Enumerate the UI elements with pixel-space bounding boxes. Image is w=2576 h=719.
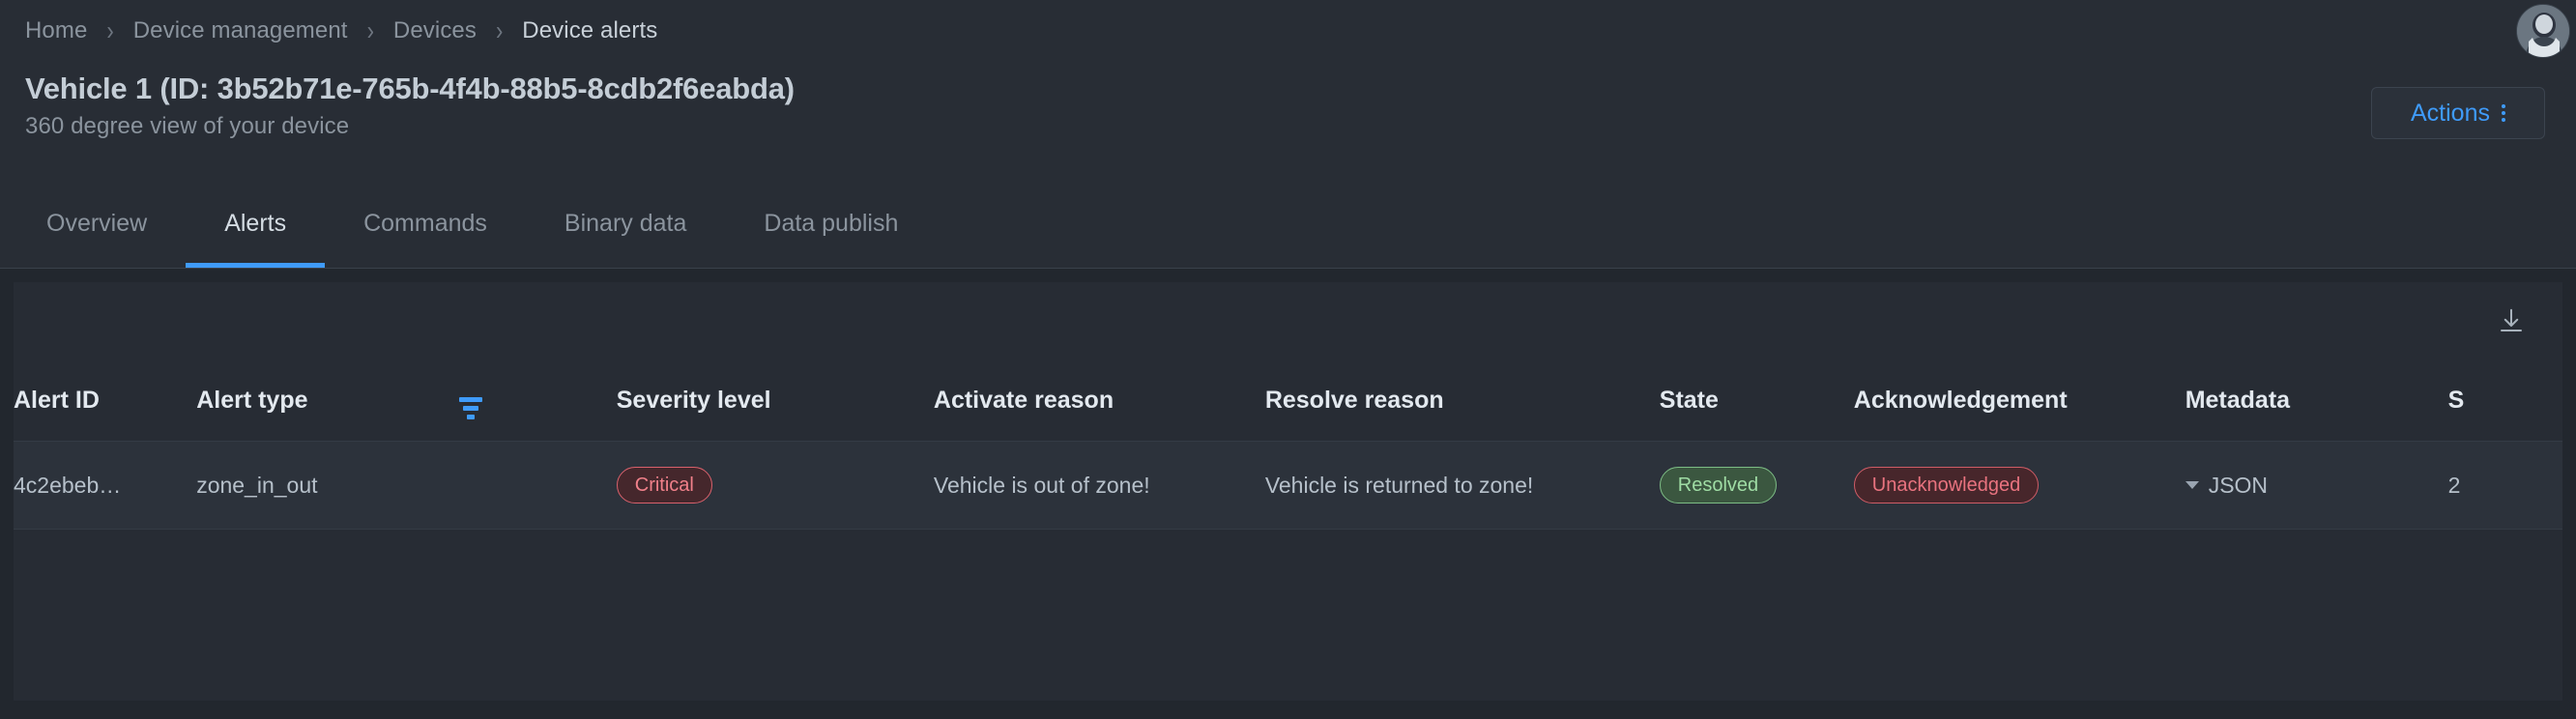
column-header-truncated[interactable]: S: [2448, 360, 2562, 442]
breadcrumb-item-device-management[interactable]: Device management: [133, 17, 348, 44]
tab-bar: Overview Alerts Commands Binary data Dat…: [0, 179, 2576, 269]
column-header-state[interactable]: State: [1660, 360, 1854, 442]
cell-resolve-reason: Vehicle is returned to zone!: [1264, 472, 1534, 498]
cell-metadata[interactable]: JSON: [2185, 442, 2448, 530]
table-row[interactable]: 4c2ebeb… zone_in_out Critical Vehicle is…: [14, 441, 2562, 530]
tab-binary-data-label: Binary data: [564, 209, 687, 237]
page-header: Vehicle 1 (ID: 3b52b71e-765b-4f4b-88b5-8…: [0, 61, 2576, 179]
cell-activate-reason: Vehicle is out of zone!: [933, 472, 1150, 498]
cell-truncated: 2: [2447, 472, 2461, 498]
breadcrumb-separator-icon: ›: [106, 14, 114, 45]
avatar[interactable]: [2516, 4, 2570, 58]
breadcrumb-separator-icon: ›: [366, 14, 374, 45]
avatar-image: [2517, 5, 2569, 57]
metadata-expander[interactable]: JSON: [2185, 473, 2448, 499]
breadcrumb-item-device-alerts[interactable]: Device alerts: [522, 17, 657, 44]
chevron-down-icon: [2185, 481, 2199, 489]
cell-alert-type: zone_in_out: [196, 472, 318, 498]
metadata-label: JSON: [2208, 472, 2269, 498]
cell-severity-level: Critical: [616, 442, 934, 530]
cell-alert-id: 4c2ebeb…: [14, 472, 122, 498]
breadcrumb-bar: Home › Device management › Devices › Dev…: [0, 0, 2576, 61]
tab-binary-data[interactable]: Binary data: [526, 179, 725, 268]
table-header: Alert ID Alert type Severity level Activ…: [14, 360, 2562, 442]
table-header-row: Alert ID Alert type Severity level Activ…: [14, 360, 2562, 442]
column-header-alert-type[interactable]: Alert type: [196, 360, 459, 442]
filter-icon[interactable]: [459, 397, 483, 419]
breadcrumb-item-devices[interactable]: Devices: [393, 17, 477, 44]
tab-data-publish-label: Data publish: [764, 209, 899, 237]
breadcrumb-separator-icon: ›: [495, 14, 504, 45]
acknowledgement-badge: Unacknowledged: [1853, 467, 2040, 503]
alerts-table-panel: Alert ID Alert type Severity level Activ…: [14, 282, 2562, 701]
alerts-table: Alert ID Alert type Severity level Activ…: [14, 360, 2562, 530]
tab-overview[interactable]: Overview: [8, 179, 186, 268]
tab-data-publish[interactable]: Data publish: [725, 179, 937, 268]
cell-filter-spacer: [459, 442, 617, 530]
page-subtitle: 360 degree view of your device: [25, 113, 350, 139]
table-body: 4c2ebeb… zone_in_out Critical Vehicle is…: [14, 441, 2562, 530]
column-header-severity-level[interactable]: Severity level: [617, 360, 934, 442]
actions-button[interactable]: Actions: [2371, 87, 2545, 139]
breadcrumb-item-home[interactable]: Home: [25, 17, 87, 44]
tab-alerts-label: Alerts: [224, 209, 287, 237]
tab-overview-label: Overview: [46, 209, 148, 237]
column-header-activate-reason[interactable]: Activate reason: [934, 360, 1265, 442]
breadcrumb: Home › Device management › Devices › Dev…: [25, 14, 657, 45]
download-icon: [2501, 308, 2522, 331]
column-header-alert-id[interactable]: Alert ID: [14, 360, 196, 442]
page-title: Vehicle 1 (ID: 3b52b71e-765b-4f4b-88b5-8…: [25, 72, 795, 105]
column-header-filter-cell: [459, 360, 617, 442]
cell-state: Resolved: [1659, 442, 1854, 530]
column-header-acknowledgement[interactable]: Acknowledgement: [1854, 360, 2185, 442]
more-vertical-icon: [2501, 104, 2505, 122]
actions-button-label: Actions: [2411, 99, 2490, 127]
tab-commands[interactable]: Commands: [325, 179, 526, 268]
tab-commands-label: Commands: [363, 209, 487, 237]
download-button[interactable]: [2489, 299, 2533, 343]
cell-acknowledgement: Unacknowledged: [1853, 442, 2185, 530]
column-header-metadata[interactable]: Metadata: [2185, 360, 2448, 442]
state-badge: Resolved: [1659, 467, 1778, 503]
tab-alerts[interactable]: Alerts: [186, 179, 325, 268]
column-header-resolve-reason[interactable]: Resolve reason: [1265, 360, 1660, 442]
table-toolbar: [14, 282, 2562, 360]
severity-badge: Critical: [616, 467, 712, 503]
